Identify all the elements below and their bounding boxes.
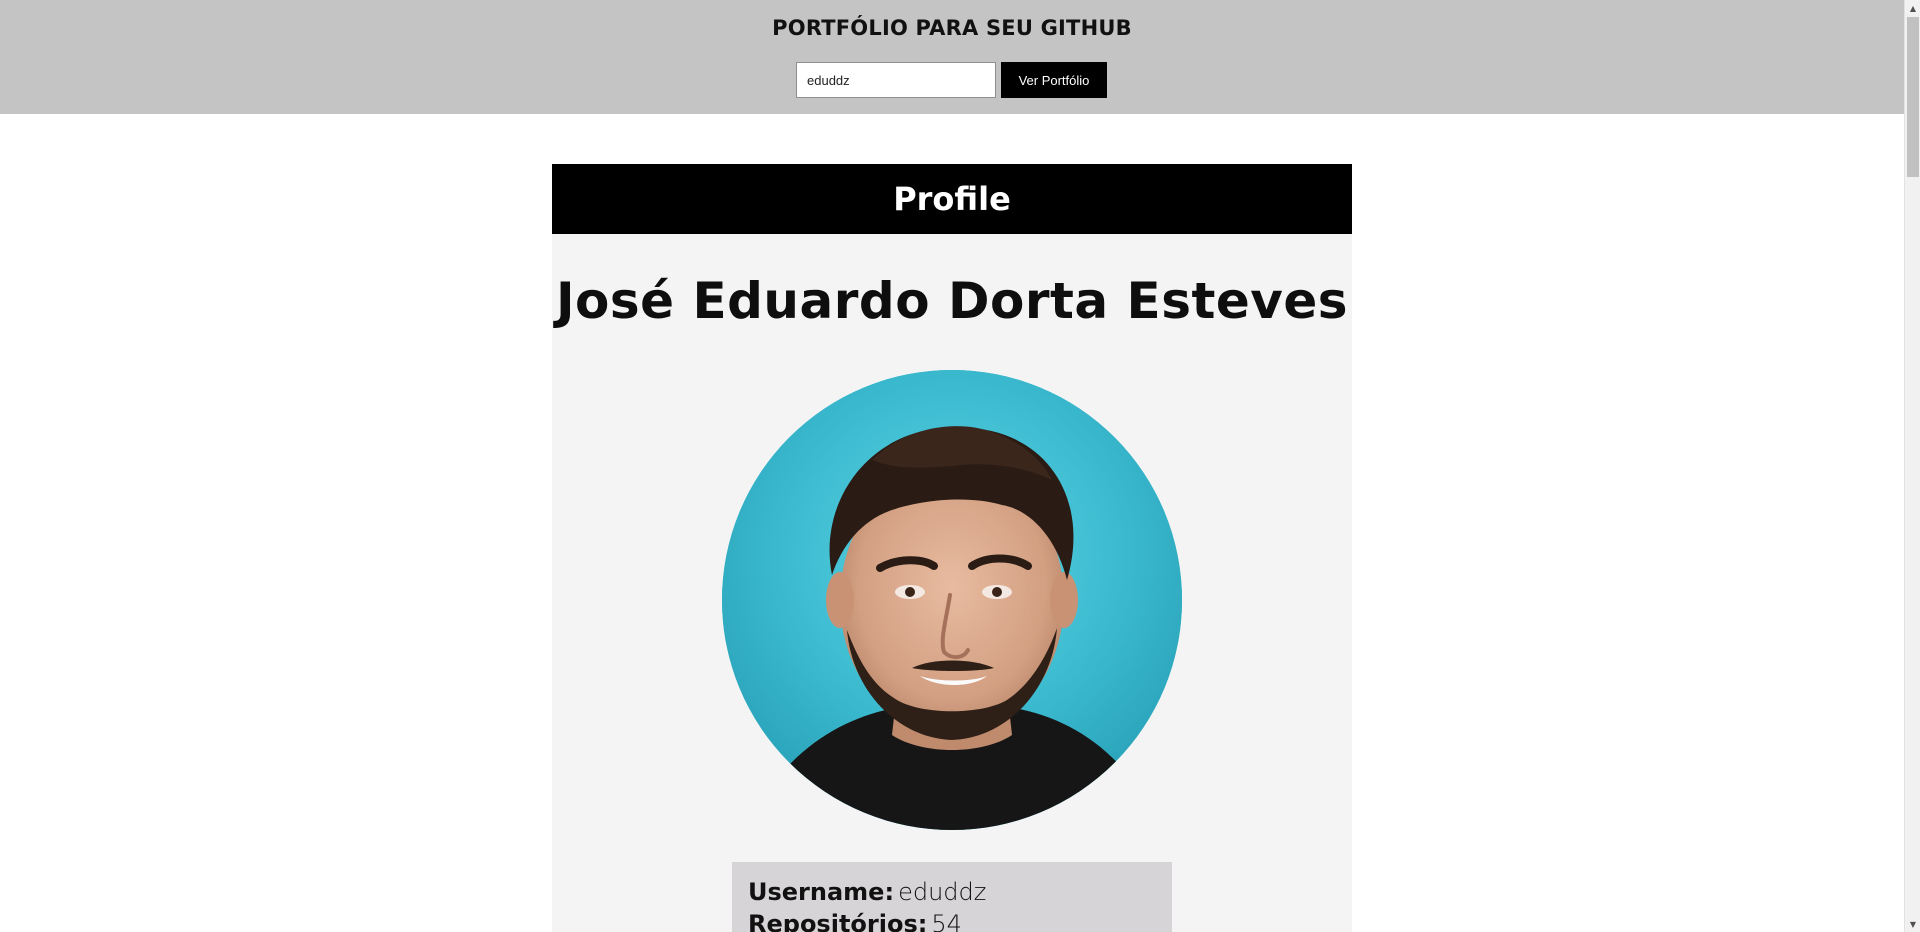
avatar-portrait-icon: [722, 370, 1182, 830]
profile-full-name: José Eduardo Dorta Esteves: [555, 272, 1349, 330]
view-portfolio-button[interactable]: Ver Portfólio: [1001, 62, 1107, 98]
repositories-label: Repositórios:: [748, 910, 928, 932]
username-input[interactable]: [796, 62, 996, 98]
scroll-up-arrow-icon[interactable]: ▲: [1905, 0, 1920, 16]
username-value: eduddz: [898, 878, 987, 906]
search-form: Ver Portfólio: [796, 62, 1107, 98]
page: PORTFÓLIO PARA SEU GITHUB Ver Portfólio …: [0, 0, 1920, 932]
username-label: Username:: [748, 878, 895, 906]
scroll-thumb[interactable]: [1907, 17, 1919, 177]
profile-card: Profile José Eduardo Dorta Esteves Usern…: [552, 164, 1352, 932]
avatar: [722, 370, 1182, 830]
repositories-value: 54: [931, 910, 962, 932]
top-bar: PORTFÓLIO PARA SEU GITHUB Ver Portfólio: [0, 0, 1904, 114]
page-title: PORTFÓLIO PARA SEU GITHUB: [772, 16, 1132, 40]
profile-section-title: Profile: [552, 164, 1352, 234]
vertical-scrollbar[interactable]: ▲ ▼: [1904, 0, 1920, 932]
repositories-row: Repositórios: 54: [748, 908, 1156, 932]
username-row: Username: eduddz: [748, 876, 1156, 908]
profile-info-box: Username: eduddz Repositórios: 54: [732, 862, 1172, 932]
scroll-down-arrow-icon[interactable]: ▼: [1905, 916, 1920, 932]
